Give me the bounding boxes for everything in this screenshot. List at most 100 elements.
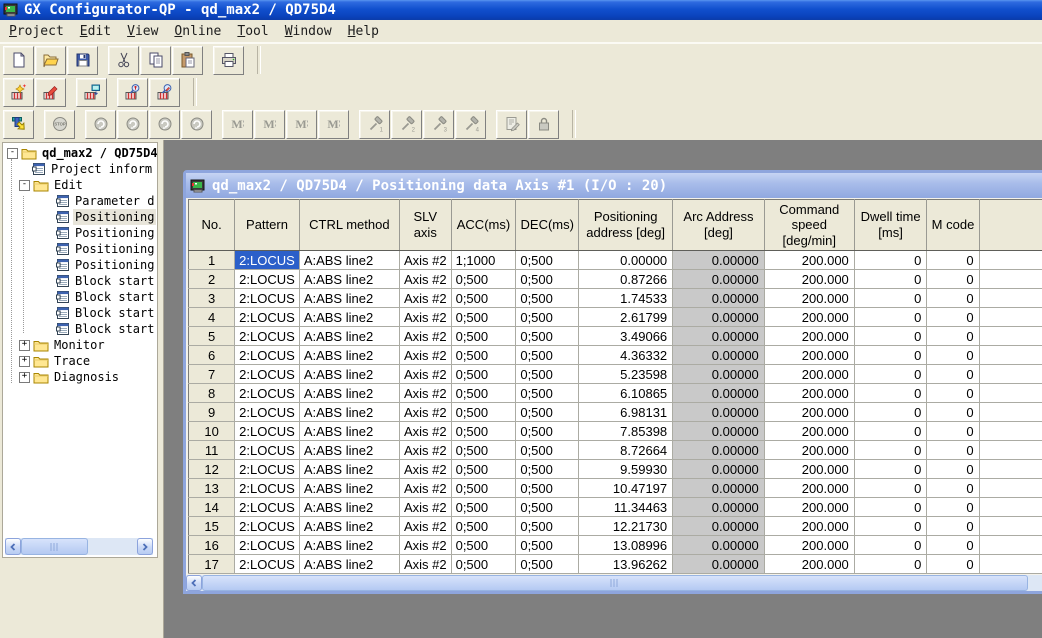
cell-no[interactable]: 1 xyxy=(189,251,235,270)
cell-dec[interactable]: 0;500 xyxy=(516,289,579,308)
cell-ctrl[interactable]: A:ABS line2 xyxy=(299,308,399,327)
cell-m[interactable]: 0 xyxy=(927,251,979,270)
module-monitor-button[interactable] xyxy=(149,78,180,107)
cell-speed[interactable]: 200.000 xyxy=(764,498,854,517)
cell-ctrl[interactable]: A:ABS line2 xyxy=(299,289,399,308)
new-module-button[interactable] xyxy=(3,78,34,107)
menu-tool[interactable]: Tool xyxy=(230,22,275,41)
tree-item-monitor[interactable]: +Monitor xyxy=(3,337,157,353)
cell-dwell[interactable]: 0 xyxy=(854,384,927,403)
cell-no[interactable]: 2 xyxy=(189,270,235,289)
cell-dec[interactable]: 0;500 xyxy=(516,251,579,270)
cell-slv[interactable]: Axis #2 xyxy=(399,479,451,498)
cell-pattern[interactable]: 2:LOCUS xyxy=(235,460,300,479)
cell-dec[interactable]: 0;500 xyxy=(516,346,579,365)
cell-slv[interactable]: Axis #2 xyxy=(399,289,451,308)
cell-dec[interactable]: 0;500 xyxy=(516,308,579,327)
cell-acc[interactable]: 0;500 xyxy=(451,327,516,346)
cell-slv[interactable]: Axis #2 xyxy=(399,403,451,422)
cell-arc[interactable]: 0.00000 xyxy=(673,498,765,517)
cell-m[interactable]: 0 xyxy=(927,365,979,384)
cell-acc[interactable]: 0;500 xyxy=(451,555,516,574)
cell-dec[interactable]: 0;500 xyxy=(516,441,579,460)
cell-pos[interactable]: 0.00000 xyxy=(579,251,673,270)
cell-speed[interactable]: 200.000 xyxy=(764,403,854,422)
cell-speed[interactable]: 200.000 xyxy=(764,308,854,327)
cell-arc[interactable]: 0.00000 xyxy=(673,517,765,536)
cell-ctrl[interactable]: A:ABS line2 xyxy=(299,555,399,574)
menu-window[interactable]: Window xyxy=(278,22,339,41)
cell-acc[interactable]: 0;500 xyxy=(451,346,516,365)
cell-ctrl[interactable]: A:ABS line2 xyxy=(299,536,399,555)
cell-slv[interactable]: Axis #2 xyxy=(399,384,451,403)
scrollbar-thumb[interactable] xyxy=(202,575,1028,591)
cell-arc[interactable]: 0.00000 xyxy=(673,270,765,289)
cell-m[interactable]: 0 xyxy=(927,517,979,536)
cell-dwell[interactable]: 0 xyxy=(854,441,927,460)
cell-slv[interactable]: Axis #2 xyxy=(399,270,451,289)
cell-arc[interactable]: 0.00000 xyxy=(673,460,765,479)
cell-slv[interactable]: Axis #2 xyxy=(399,441,451,460)
tree-item-block-start[interactable]: Block start xyxy=(3,321,157,337)
cell-dwell[interactable]: 0 xyxy=(854,365,927,384)
cell-no[interactable]: 3 xyxy=(189,289,235,308)
cell-pos[interactable]: 6.98131 xyxy=(579,403,673,422)
cell-no[interactable]: 17 xyxy=(189,555,235,574)
cell-arc[interactable]: 0.00000 xyxy=(673,308,765,327)
cell-speed[interactable]: 200.000 xyxy=(764,384,854,403)
menu-help[interactable]: Help xyxy=(341,22,386,41)
tree-item-block-start[interactable]: Block start xyxy=(3,305,157,321)
cell-pattern[interactable]: 2:LOCUS xyxy=(235,555,300,574)
paste-button[interactable] xyxy=(172,46,203,75)
cell-acc[interactable]: 0;500 xyxy=(451,403,516,422)
cell-m[interactable]: 0 xyxy=(927,479,979,498)
cell-pos[interactable]: 4.36332 xyxy=(579,346,673,365)
cell-dwell[interactable]: 0 xyxy=(854,346,927,365)
cell-pattern[interactable]: 2:LOCUS xyxy=(235,479,300,498)
cell-dec[interactable]: 0;500 xyxy=(516,498,579,517)
cell-ctrl[interactable]: A:ABS line2 xyxy=(299,327,399,346)
cell-ctrl[interactable]: A:ABS line2 xyxy=(299,384,399,403)
cell-blank[interactable] xyxy=(979,251,1042,270)
cell-slv[interactable]: Axis #2 xyxy=(399,536,451,555)
cell-slv[interactable]: Axis #2 xyxy=(399,422,451,441)
cell-blank[interactable] xyxy=(979,536,1042,555)
cell-ctrl[interactable]: A:ABS line2 xyxy=(299,441,399,460)
cell-no[interactable]: 9 xyxy=(189,403,235,422)
tree-horizontal-scrollbar[interactable] xyxy=(5,538,153,555)
cell-blank[interactable] xyxy=(979,327,1042,346)
collapse-box-icon[interactable]: - xyxy=(7,148,18,159)
cell-pos[interactable]: 9.59930 xyxy=(579,460,673,479)
cell-ctrl[interactable]: A:ABS line2 xyxy=(299,479,399,498)
scroll-left-arrow-icon[interactable] xyxy=(5,538,21,555)
cell-ctrl[interactable]: A:ABS line2 xyxy=(299,403,399,422)
cell-pattern[interactable]: 2:LOCUS xyxy=(235,517,300,536)
menu-online[interactable]: Online xyxy=(167,22,228,41)
cell-blank[interactable] xyxy=(979,422,1042,441)
cell-ctrl[interactable]: A:ABS line2 xyxy=(299,346,399,365)
tree-item-block-start[interactable]: Block start xyxy=(3,289,157,305)
cell-acc[interactable]: 0;500 xyxy=(451,308,516,327)
cell-m[interactable]: 0 xyxy=(927,289,979,308)
scrollbar-thumb[interactable] xyxy=(21,538,88,555)
menu-view[interactable]: View xyxy=(120,22,165,41)
cell-arc[interactable]: 0.00000 xyxy=(673,403,765,422)
cell-pos[interactable]: 7.85398 xyxy=(579,422,673,441)
tree-item-project-inform[interactable]: Project inform xyxy=(3,161,157,177)
menu-edit[interactable]: Edit xyxy=(73,22,118,41)
save-file-button[interactable] xyxy=(67,46,98,75)
cell-no[interactable]: 6 xyxy=(189,346,235,365)
cell-pattern[interactable]: 2:LOCUS xyxy=(235,403,300,422)
cell-slv[interactable]: Axis #2 xyxy=(399,555,451,574)
cell-dec[interactable]: 0;500 xyxy=(516,403,579,422)
cell-slv[interactable]: Axis #2 xyxy=(399,327,451,346)
new-file-button[interactable] xyxy=(3,46,34,75)
cell-m[interactable]: 0 xyxy=(927,555,979,574)
cell-pattern[interactable]: 2:LOCUS xyxy=(235,441,300,460)
cell-blank[interactable] xyxy=(979,441,1042,460)
cell-pos[interactable]: 0.87266 xyxy=(579,270,673,289)
cut-button[interactable] xyxy=(108,46,139,75)
cell-m[interactable]: 0 xyxy=(927,270,979,289)
cell-arc[interactable]: 0.00000 xyxy=(673,555,765,574)
child-window-titlebar[interactable]: qd_max2 / QD75D4 / Positioning data Axis… xyxy=(186,173,1042,198)
